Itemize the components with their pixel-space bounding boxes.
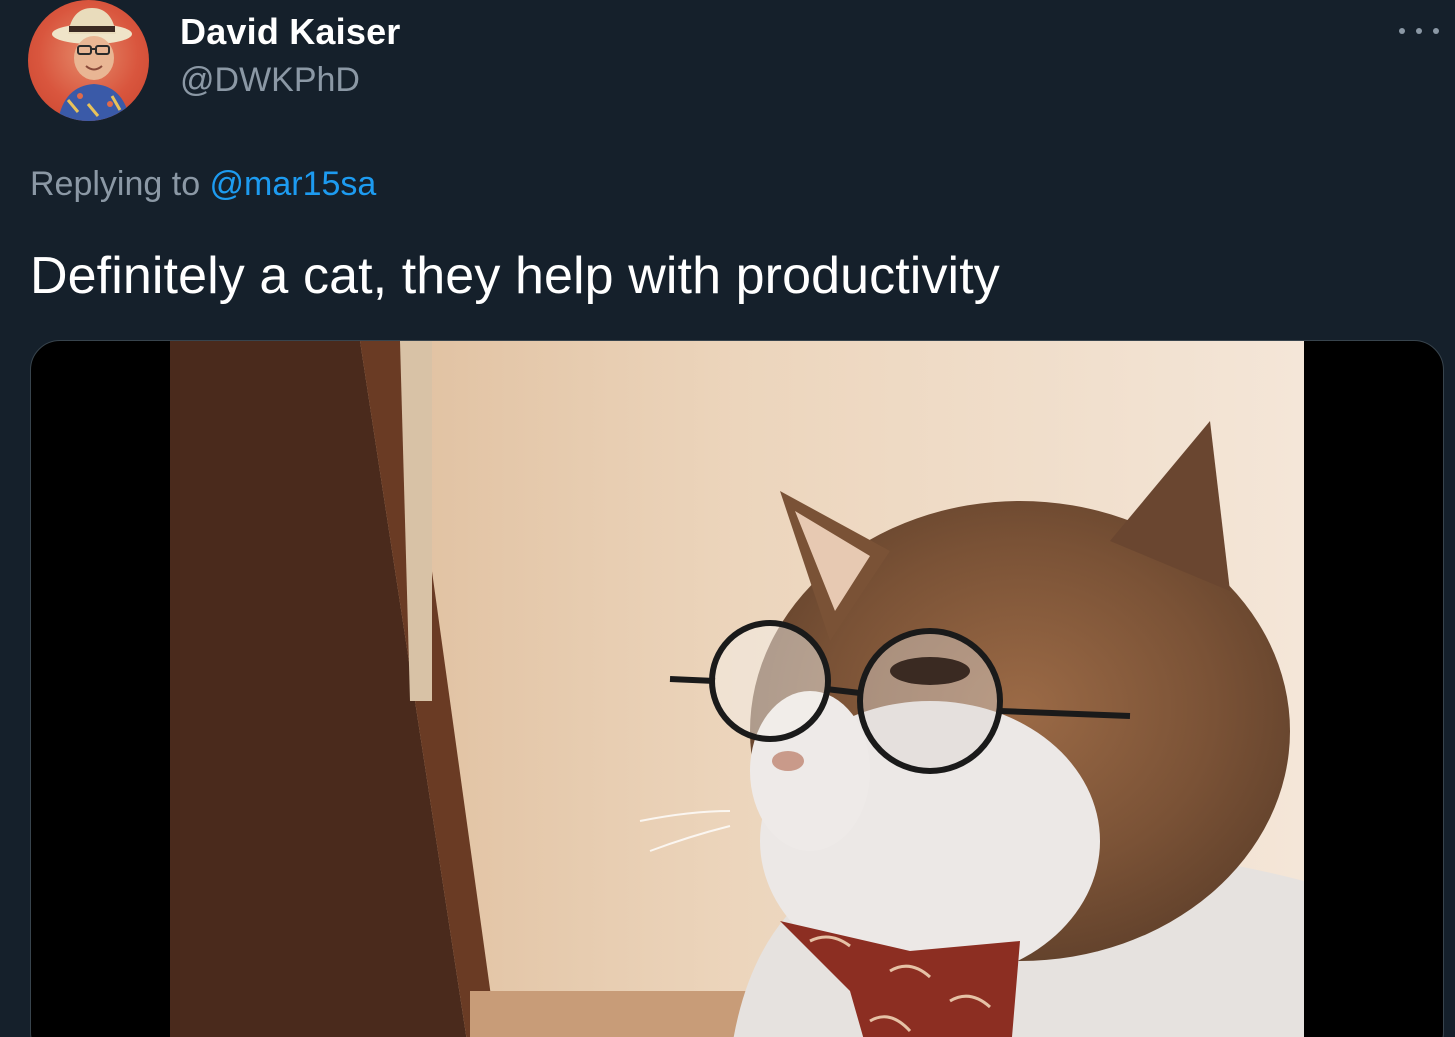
cat-gif[interactable]: [170, 341, 1304, 1037]
more-options-icon[interactable]: [1399, 16, 1439, 46]
reply-mention-link[interactable]: @mar15sa: [210, 165, 377, 203]
cat-with-glasses-image: [170, 341, 1304, 1037]
avatar[interactable]: [28, 0, 149, 121]
profile-photo-icon: [52, 8, 132, 121]
tweet-media[interactable]: [30, 340, 1444, 1037]
tweet-text: Definitely a cat, they help with product…: [30, 247, 1000, 305]
more-dot: [1416, 28, 1422, 34]
replying-to: Replying to @mar15sa: [30, 165, 376, 204]
tweet[interactable]: David Kaiser @DWKPhD Replying to @mar15s…: [0, 0, 1455, 1037]
more-dot: [1433, 28, 1439, 34]
more-dot: [1399, 28, 1405, 34]
replying-to-prefix: Replying to: [30, 165, 210, 203]
author-handle[interactable]: @DWKPhD: [180, 61, 360, 100]
author-display-name[interactable]: David Kaiser: [180, 11, 401, 53]
